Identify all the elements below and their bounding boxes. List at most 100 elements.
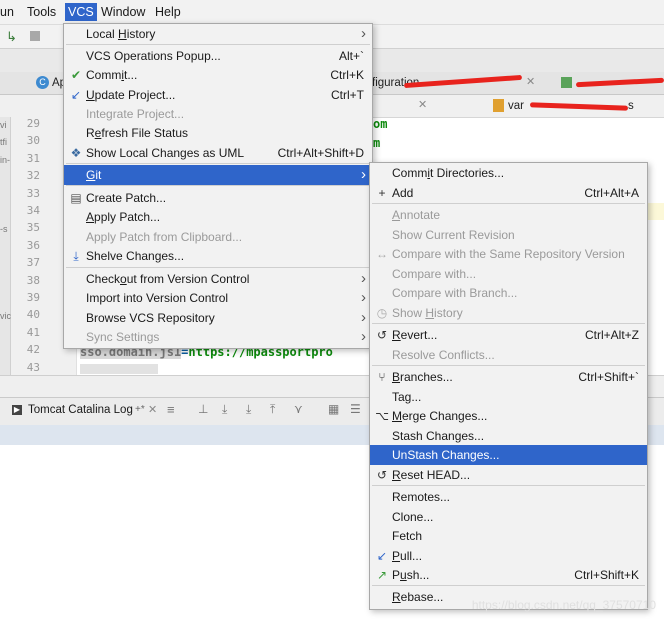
- tab-var[interactable]: var: [508, 95, 524, 117]
- menu-item-label: Annotate: [392, 208, 441, 222]
- vcs-apply-patch-from-clipboard[interactable]: Apply Patch from Clipboard...: [64, 227, 372, 247]
- watermark: https://blog.csdn.net/qq_37570710: [471, 598, 656, 612]
- vcs-local-history[interactable]: Local History ›: [64, 24, 372, 44]
- vcs-commit[interactable]: ✔ Commit... Ctrl+K: [64, 65, 372, 85]
- vcs-browse-vcs-repository[interactable]: Browse VCS Repository ›: [64, 308, 372, 328]
- git-merge-changes[interactable]: ⌥ Merge Changes...: [370, 406, 647, 426]
- git-revert[interactable]: ↺ Revert... Ctrl+Alt+Z: [370, 325, 647, 345]
- soft-wrap-icon[interactable]: ≡: [167, 402, 175, 417]
- git-reset-head[interactable]: ↺ Reset HEAD...: [370, 465, 647, 485]
- redaction-mark: [575, 77, 664, 88]
- git-annotate[interactable]: Annotate: [370, 205, 647, 225]
- tab-close-icon[interactable]: ✕: [418, 98, 427, 111]
- down-arrow-icon[interactable]: ⤓: [246, 402, 251, 417]
- tab-close-icon[interactable]: ✕: [526, 75, 535, 88]
- menu-item-label: Create Patch...: [86, 191, 167, 205]
- chevron-right-icon: ›: [361, 166, 366, 183]
- git-compare-with-the-same-repository-version[interactable]: ↔ Compare with the Same Repository Versio…: [370, 244, 647, 264]
- menu-item-label: Compare with Branch...: [392, 286, 518, 300]
- vcs-vcs-operations-popup[interactable]: VCS Operations Popup... Alt+`: [64, 46, 372, 66]
- menu-run[interactable]: un: [0, 4, 14, 20]
- menu-item-label: Clone...: [392, 510, 434, 524]
- chevron-right-icon: ›: [361, 289, 366, 306]
- git-show-history[interactable]: ◷ Show History: [370, 303, 647, 323]
- grid-icon[interactable]: ▦: [328, 402, 339, 416]
- menu-bar: un Tools VCS Window Help: [0, 0, 664, 25]
- git-tag[interactable]: Tag...: [370, 387, 647, 407]
- tab-var-suffix[interactable]: s: [628, 95, 634, 117]
- menu-item-label: Apply Patch from Clipboard...: [86, 230, 243, 244]
- menu-item-label: Integrate Project...: [86, 107, 185, 121]
- vcs-shelve-changes[interactable]: ⤓ Shelve Changes...: [64, 246, 372, 266]
- menu-item-label: Browse VCS Repository: [86, 311, 215, 325]
- filter-icon[interactable]: ⋎: [294, 402, 303, 416]
- git-clone[interactable]: Clone...: [370, 507, 647, 527]
- run-tab-label[interactable]: Tomcat Catalina Log: [28, 404, 133, 416]
- vcs-update-icon[interactable]: ↳: [6, 29, 17, 45]
- menu-item-label: Show Local Changes as UML: [86, 146, 245, 160]
- vcs-show-local-changes-as-uml[interactable]: ❖ Show Local Changes as UML Ctrl+Alt+Shift…: [64, 143, 372, 163]
- menu-item-label: Git: [86, 168, 102, 182]
- menu-item-label: Pull...: [392, 549, 423, 563]
- git-fetch[interactable]: Fetch: [370, 526, 647, 546]
- git-branches[interactable]: ⑂ Branches... Ctrl+Shift+`: [370, 367, 647, 387]
- menu-help[interactable]: Help: [155, 4, 181, 20]
- side-label: in-: [0, 154, 11, 165]
- git-show-current-revision[interactable]: Show Current Revision: [370, 225, 647, 245]
- shortcut-label: Ctrl+Alt+Shift+D: [277, 146, 364, 160]
- stop-icon[interactable]: [30, 31, 40, 41]
- columns-icon[interactable]: ☰: [350, 402, 361, 416]
- git-push[interactable]: ↗ Push... Ctrl+Shift+K: [370, 565, 647, 585]
- branch-icon: ⑂: [378, 370, 386, 384]
- down-arrow-icon[interactable]: ⤓: [222, 402, 227, 417]
- git-compare-with[interactable]: Compare with...: [370, 264, 647, 284]
- git-resolve-conflicts[interactable]: Resolve Conflicts...: [370, 345, 647, 365]
- menu-tools[interactable]: Tools: [27, 4, 56, 20]
- run-tab-close-icon[interactable]: ✕: [148, 403, 157, 416]
- vcs-update-project[interactable]: ↙ Update Project... Ctrl+T: [64, 85, 372, 105]
- side-label: -s: [0, 224, 8, 235]
- git-commit-directories[interactable]: Commit Directories...: [370, 163, 647, 183]
- git-add[interactable]: + Add Ctrl+Alt+A: [370, 183, 647, 203]
- menu-window[interactable]: Window: [101, 4, 145, 20]
- vcs-create-patch[interactable]: ▤ Create Patch...: [64, 188, 372, 208]
- menu-item-label: UnStash Changes...: [392, 448, 500, 462]
- vcs-sync-settings[interactable]: Sync Settings ›: [64, 327, 372, 347]
- shortcut-label: Ctrl+Alt+Z: [584, 328, 639, 342]
- console-icon: ▶: [12, 405, 22, 415]
- file-icon: [561, 77, 572, 88]
- vcs-apply-patch[interactable]: Apply Patch...: [64, 207, 372, 227]
- menu-item-label: Compare with the Same Repository Version: [392, 247, 625, 261]
- vcs-import-into-version-control[interactable]: Import into Version Control ›: [64, 288, 372, 308]
- menu-separator: [372, 365, 645, 366]
- git-compare-with-branch[interactable]: Compare with Branch...: [370, 283, 647, 303]
- menu-item-label: Local History: [86, 27, 156, 41]
- shortcut-label: Ctrl+K: [330, 68, 364, 82]
- code-fold-marker: [80, 364, 158, 374]
- git-submenu: Commit Directories... + Add Ctrl+Alt+A Annot…: [369, 162, 648, 610]
- scroll-icon[interactable]: ⊥: [198, 402, 208, 416]
- vcs-git[interactable]: Git ›: [64, 165, 372, 185]
- menu-item-label: Refresh File Status: [86, 126, 189, 140]
- up-arrow-icon[interactable]: ⤒: [270, 402, 275, 417]
- run-tab-suffix: +*: [135, 404, 145, 415]
- menu-item-label: Compare with...: [392, 267, 477, 281]
- vcs-checkout-from-version-control[interactable]: Checkout from Version Control ›: [64, 269, 372, 289]
- menu-item-label: VCS Operations Popup...: [86, 49, 221, 63]
- git-stash-changes[interactable]: Stash Changes...: [370, 426, 647, 446]
- vcs-refresh-file-status[interactable]: Refresh File Status: [64, 123, 372, 143]
- menu-item-label: Resolve Conflicts...: [392, 348, 495, 362]
- git-pull[interactable]: ↙ Pull...: [370, 546, 647, 566]
- menu-separator: [66, 44, 370, 45]
- git-remotes[interactable]: Remotes...: [370, 487, 647, 507]
- side-label: vic: [0, 311, 11, 322]
- shortcut-label: Ctrl+Alt+A: [584, 186, 639, 200]
- git-unstash-changes[interactable]: UnStash Changes...: [370, 445, 647, 465]
- menu-separator: [372, 485, 645, 486]
- push-icon: ↗: [376, 568, 388, 582]
- shortcut-label: Ctrl+Shift+`: [578, 370, 639, 384]
- chevron-right-icon: ›: [361, 270, 366, 287]
- vcs-integrate-project[interactable]: Integrate Project...: [64, 104, 372, 124]
- menu-vcs[interactable]: VCS: [65, 3, 97, 21]
- pull-icon: ↙: [376, 549, 388, 563]
